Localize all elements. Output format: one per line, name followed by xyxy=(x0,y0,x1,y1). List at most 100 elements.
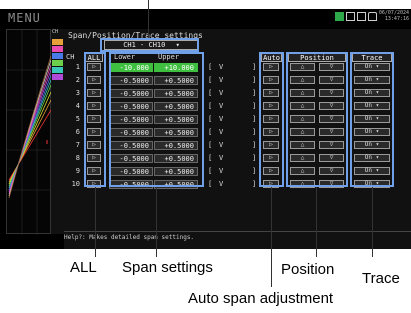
position-down-button[interactable]: ▽ xyxy=(319,167,344,175)
lower-value-input[interactable]: -0.5000 xyxy=(109,141,153,150)
upper-value-input[interactable]: +0.5000 xyxy=(154,141,198,150)
unit-bracket-close: ] xyxy=(252,128,257,136)
header-auto: Auto xyxy=(261,53,282,62)
auto-span-button[interactable]: ▷ xyxy=(263,63,279,71)
position-down-button[interactable]: ▽ xyxy=(319,63,344,71)
figure: { "topbar": {"menu": "MENU", "date": "06… xyxy=(0,0,411,313)
all-apply-button[interactable]: ▷ xyxy=(87,63,101,71)
position-down-button[interactable]: ▽ xyxy=(319,115,344,123)
lower-value-input[interactable]: -10.000 xyxy=(109,63,153,72)
position-up-button[interactable]: △ xyxy=(290,128,315,136)
callout-line-trace xyxy=(372,187,373,257)
callout-line-position xyxy=(316,187,317,257)
label-all: ALL xyxy=(70,259,97,276)
position-up-button[interactable]: △ xyxy=(290,115,315,123)
upper-value-input[interactable]: +0.5000 xyxy=(154,115,198,124)
all-apply-button[interactable]: ▷ xyxy=(87,167,101,175)
all-apply-button[interactable]: ▷ xyxy=(87,154,101,162)
lower-value-input[interactable]: -0.5000 xyxy=(109,102,153,111)
position-down-button[interactable]: ▽ xyxy=(319,102,344,110)
position-up-button[interactable]: △ xyxy=(290,180,315,188)
trace-select[interactable]: On ▾ xyxy=(354,89,390,97)
lower-value-input[interactable]: -0.5000 xyxy=(109,128,153,137)
position-up-button[interactable]: △ xyxy=(290,76,315,84)
upper-value-input[interactable]: +0.5000 xyxy=(154,180,198,189)
upper-value-input[interactable]: +0.5000 xyxy=(154,128,198,137)
trace-select[interactable]: On ▾ xyxy=(354,154,390,162)
lower-value-input[interactable]: -0.5000 xyxy=(109,180,153,189)
position-up-button[interactable]: △ xyxy=(290,63,315,71)
label-position: Position xyxy=(281,261,335,278)
channel-row: 4 ▷ -0.5000 +0.5000 [V] ▷ △ ▽ On ▾ xyxy=(64,102,411,111)
auto-span-button[interactable]: ▷ xyxy=(263,76,279,84)
position-up-button[interactable]: △ xyxy=(290,89,315,97)
trace-select[interactable]: On ▾ xyxy=(354,167,390,175)
unit-text: V xyxy=(219,128,224,136)
position-up-button[interactable]: △ xyxy=(290,102,315,110)
trace-select[interactable]: On ▾ xyxy=(354,102,390,110)
trace-select[interactable]: On ▾ xyxy=(354,63,390,71)
unit-bracket-open: [ xyxy=(208,154,213,162)
upper-value-input[interactable]: +0.5000 xyxy=(154,76,198,85)
auto-span-button[interactable]: ▷ xyxy=(263,115,279,123)
unit-bracket-close: ] xyxy=(252,76,257,84)
channel-number: 9 xyxy=(75,167,80,175)
all-apply-button[interactable]: ▷ xyxy=(87,115,101,123)
lower-value-input[interactable]: -0.5000 xyxy=(109,154,153,163)
auto-span-button[interactable]: ▷ xyxy=(263,154,279,162)
channel-strip-label: CH xyxy=(52,29,59,35)
position-down-button[interactable]: ▽ xyxy=(319,141,344,149)
label-span: Span settings xyxy=(122,259,213,276)
unit-bracket-open: [ xyxy=(208,89,213,97)
trace-select[interactable]: On ▾ xyxy=(354,128,390,136)
upper-value-input[interactable]: +0.5000 xyxy=(154,89,198,98)
auto-span-button[interactable]: ▷ xyxy=(263,167,279,175)
upper-value-input[interactable]: +0.5000 xyxy=(154,167,198,176)
unit-text: V xyxy=(219,115,224,123)
trace-select[interactable]: On ▾ xyxy=(354,76,390,84)
all-apply-button[interactable]: ▷ xyxy=(87,180,101,188)
channel-number: 3 xyxy=(75,89,80,97)
channel-marker xyxy=(52,39,63,45)
upper-value-input[interactable]: +10.000 xyxy=(154,63,198,72)
channel-marker xyxy=(52,53,63,59)
channel-range-select[interactable]: CH1 - CH10 ▾ xyxy=(104,40,199,50)
position-up-button[interactable]: △ xyxy=(290,167,315,175)
position-up-button[interactable]: △ xyxy=(290,141,315,149)
lower-value-input[interactable]: -0.5000 xyxy=(109,115,153,124)
lower-value-input[interactable]: -0.5000 xyxy=(109,76,153,85)
trace-select[interactable]: On ▾ xyxy=(354,115,390,123)
position-down-button[interactable]: ▽ xyxy=(319,128,344,136)
all-apply-button[interactable]: ▷ xyxy=(87,76,101,84)
header-trace: Trace xyxy=(352,53,392,62)
all-apply-button[interactable]: ▷ xyxy=(87,89,101,97)
all-apply-button[interactable]: ▷ xyxy=(87,128,101,136)
all-apply-button[interactable]: ▷ xyxy=(87,141,101,149)
auto-span-button[interactable]: ▷ xyxy=(263,128,279,136)
all-apply-button[interactable]: ▷ xyxy=(87,102,101,110)
position-down-button[interactable]: ▽ xyxy=(319,89,344,97)
auto-span-button[interactable]: ▷ xyxy=(263,141,279,149)
lower-value-input[interactable]: -0.5000 xyxy=(109,89,153,98)
upper-value-input[interactable]: +0.5000 xyxy=(154,154,198,163)
unit-text: V xyxy=(219,167,224,175)
auto-span-button[interactable]: ▷ xyxy=(263,89,279,97)
unit-text: V xyxy=(219,63,224,71)
position-up-button[interactable]: △ xyxy=(290,154,315,162)
position-down-button[interactable]: ▽ xyxy=(319,76,344,84)
unit-bracket-open: [ xyxy=(208,102,213,110)
position-down-button[interactable]: ▽ xyxy=(319,154,344,162)
unit-bracket-close: ] xyxy=(252,141,257,149)
unit-bracket-close: ] xyxy=(252,115,257,123)
position-down-button[interactable]: ▽ xyxy=(319,180,344,188)
channel-row: 7 ▷ -0.5000 +0.5000 [V] ▷ △ ▽ On ▾ xyxy=(64,141,411,150)
lower-value-input[interactable]: -0.5000 xyxy=(109,167,153,176)
waveform-preview xyxy=(6,29,52,235)
upper-value-input[interactable]: +0.5000 xyxy=(154,102,198,111)
header-lower: Lower xyxy=(114,53,136,61)
trace-select[interactable]: On ▾ xyxy=(354,141,390,149)
unit-text: V xyxy=(219,102,224,110)
menu-button[interactable]: MENU xyxy=(8,11,41,25)
auto-span-button[interactable]: ▷ xyxy=(263,102,279,110)
unit-bracket-close: ] xyxy=(252,89,257,97)
